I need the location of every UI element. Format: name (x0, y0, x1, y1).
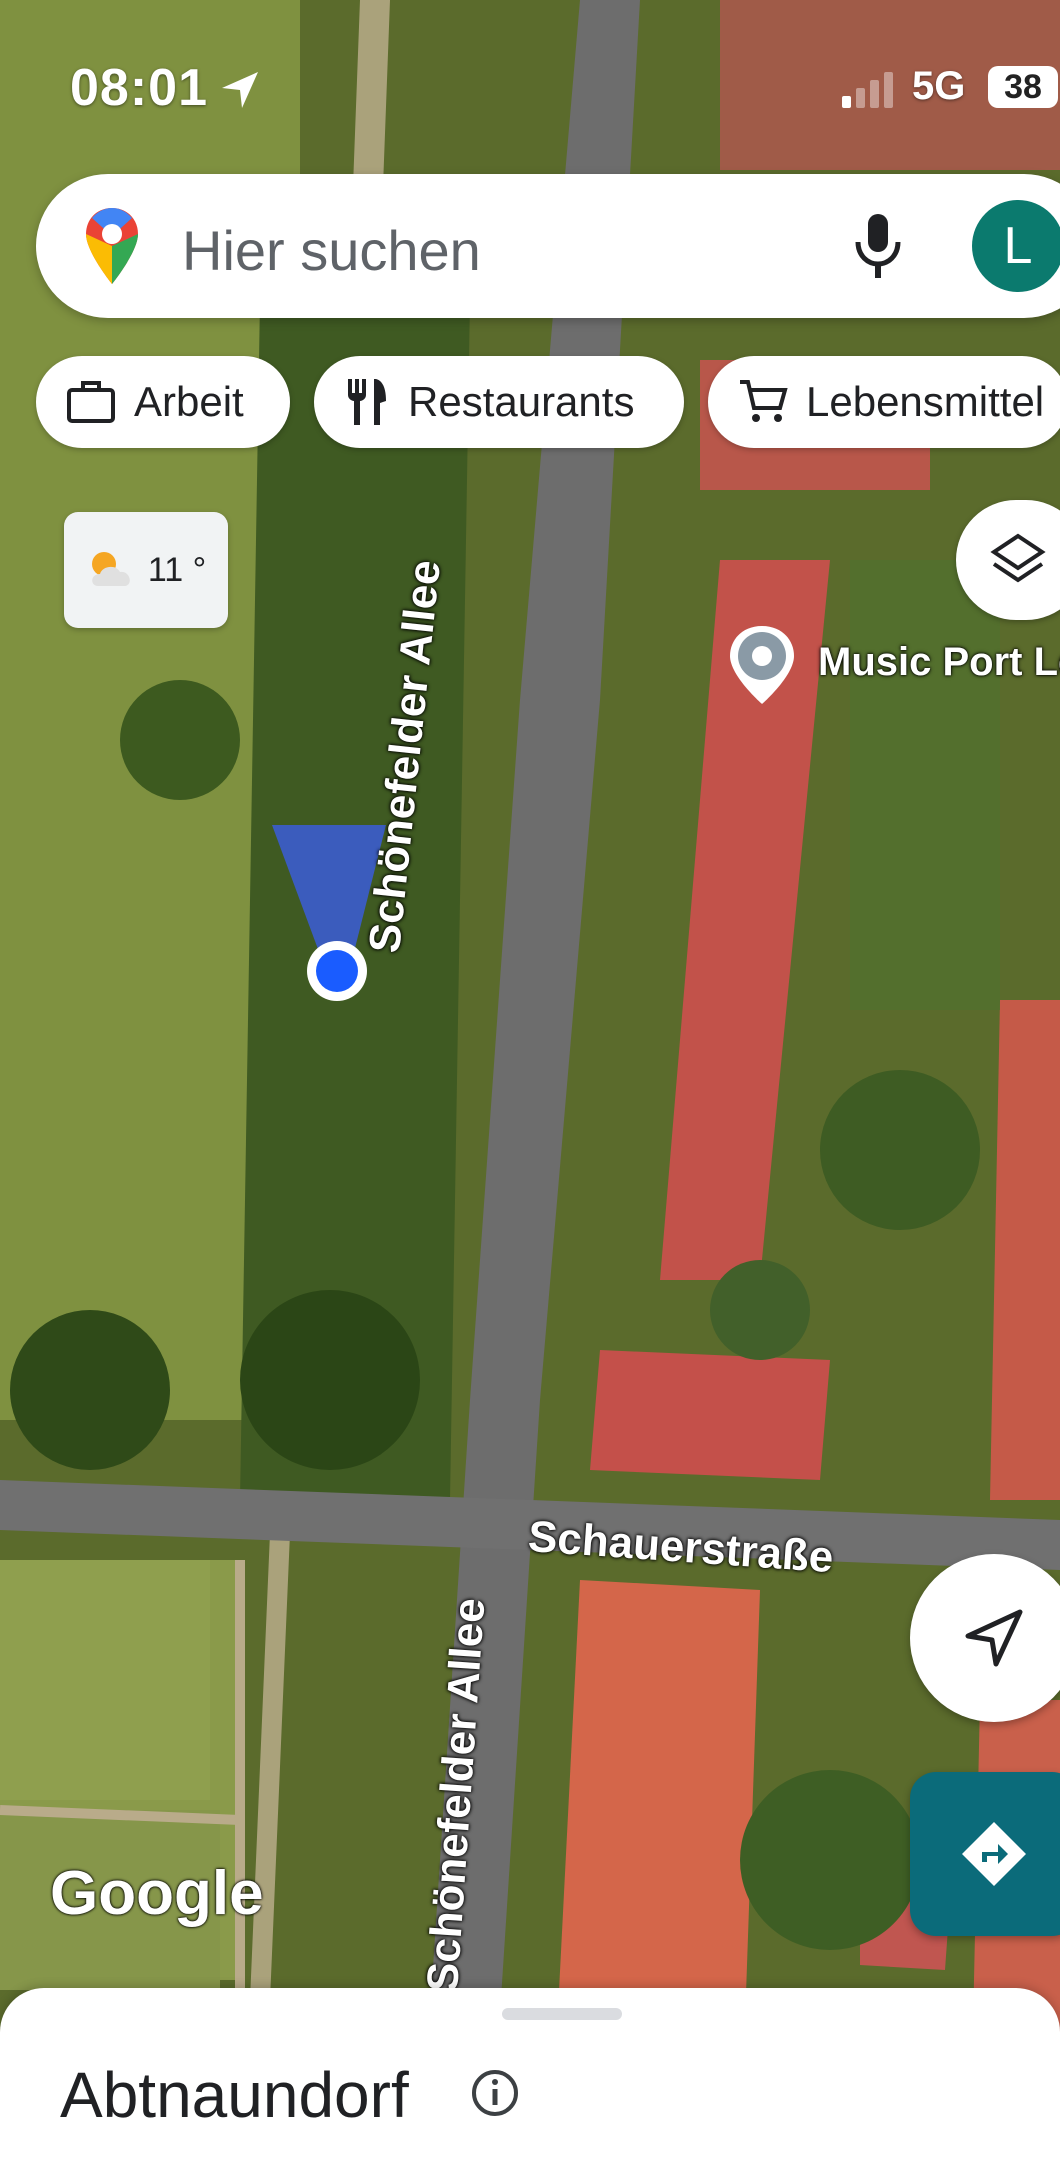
briefcase-icon (67, 381, 115, 423)
search-bar[interactable]: Hier suchen L (36, 174, 1060, 318)
poi-marker-icon[interactable] (726, 624, 798, 706)
maps-pin-icon (86, 208, 138, 284)
chip-label: Restaurants (408, 378, 635, 425)
poi-label[interactable]: Music Port Le (818, 640, 1060, 685)
location-dot (316, 950, 358, 992)
weather-chip[interactable]: 11 ° (64, 512, 228, 628)
cart-icon (740, 380, 788, 422)
weather-temp: 11 ° (147, 550, 207, 589)
place-title: Abtnaundorf (60, 2059, 409, 2131)
chip-restaurants[interactable]: Restaurants (314, 356, 684, 448)
chip-lebensmittel[interactable]: Lebensmittel (708, 356, 1060, 448)
navigation-arrow-icon (965, 1609, 1023, 1667)
chip-arbeit[interactable]: Arbeit (36, 356, 290, 448)
bottom-sheet[interactable]: Abtnaundorf (0, 1988, 1060, 2167)
layers-icon (990, 533, 1046, 583)
directions-icon (962, 1822, 1026, 1886)
satellite-imagery (0, 0, 1060, 2167)
fork-knife-icon (348, 379, 386, 425)
directions-button[interactable] (910, 1772, 1060, 1936)
search-input[interactable]: Hier suchen (182, 218, 481, 283)
microphone-icon[interactable] (848, 210, 908, 282)
google-attribution: Google (50, 1859, 264, 1928)
chip-label: Lebensmittel (806, 378, 1045, 425)
chip-label: Arbeit (134, 378, 244, 425)
map-view[interactable] (0, 0, 1060, 2167)
partly-cloudy-icon (91, 552, 130, 586)
status-time: 08:01 (70, 59, 208, 117)
sheet-handle[interactable] (502, 2008, 622, 2020)
account-avatar[interactable]: L (972, 200, 1060, 292)
battery-indicator: 38 (988, 66, 1058, 108)
signal-icon (842, 72, 893, 108)
network-type: 5G (912, 64, 966, 108)
info-icon[interactable] (470, 2068, 520, 2118)
location-arrow-icon (222, 72, 258, 108)
status-bar: 08:01 5G 38 (0, 0, 1060, 170)
